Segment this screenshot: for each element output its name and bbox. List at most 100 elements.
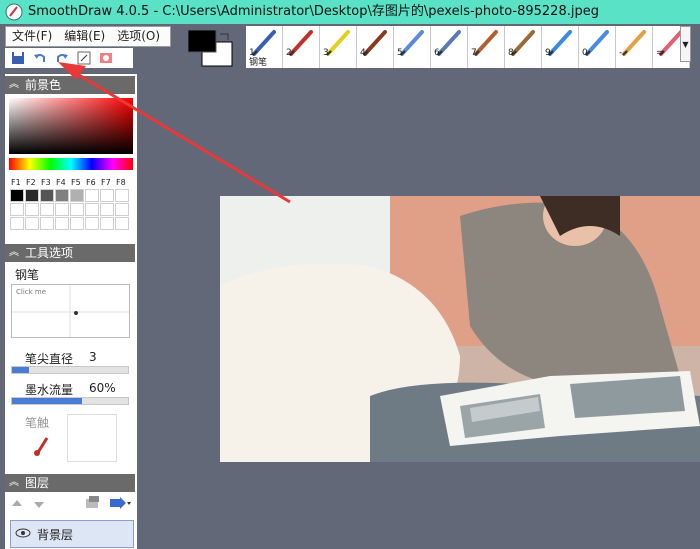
color-swatch[interactable] [55, 217, 69, 230]
color-key-label: F8 [116, 178, 126, 187]
brush-dropdown-button[interactable]: ▼ [680, 26, 691, 62]
menu-bar: 文件(F) 编辑(E) 选项(O) [5, 26, 171, 47]
brush-slot[interactable]: 9 [542, 26, 579, 68]
brush-slot[interactable]: 3 [320, 26, 357, 68]
tool-options-header[interactable]: ︽ 工具选项 [5, 244, 135, 262]
brush-number: 8 [508, 48, 514, 58]
layer-row[interactable]: 背景层 [10, 520, 134, 548]
color-key-label: F2 [26, 178, 36, 187]
brush-slot[interactable]: 6 [431, 26, 468, 68]
brush-slot[interactable]: 4 [357, 26, 394, 68]
eye-icon[interactable] [15, 527, 31, 542]
tip-size-fill [12, 367, 30, 373]
quick-toolbar [5, 48, 133, 68]
layer-menu-icon[interactable] [109, 496, 131, 513]
color-swatch[interactable] [55, 189, 69, 202]
tip-size-label: 笔尖直径 [25, 352, 74, 366]
hue-slider[interactable] [9, 158, 133, 170]
tool-name: 钢笔 [15, 268, 40, 282]
brush-bar: 1 钢笔 2 3 4 5 6 7 8 9 0- = [246, 26, 690, 70]
color-selector[interactable] [187, 29, 234, 68]
color-swatch[interactable] [40, 203, 54, 216]
brush-number: 5 [397, 48, 403, 58]
brush-number: - [619, 48, 623, 58]
collapse-icon: ︽ [9, 247, 19, 258]
color-swatch[interactable] [115, 217, 129, 230]
color-swatch[interactable] [25, 189, 39, 202]
title-bar: SmoothDraw 4.0.5 - C:\Users\Administrato… [0, 0, 700, 24]
color-swatch[interactable] [100, 203, 114, 216]
color-swatch[interactable] [55, 203, 69, 216]
brush-number: 9 [545, 48, 551, 58]
color-swatch[interactable] [115, 189, 129, 202]
brush-preview-area[interactable]: Click me [11, 284, 130, 338]
left-panel: ︽ 前景色 F1 F2 F3 F4 F5 F6 F7 F8 ︽ 工具选项 钢笔 … [5, 74, 137, 549]
brush-number: 7 [471, 48, 477, 58]
layer-settings-icon[interactable] [85, 496, 101, 513]
canvas-image[interactable] [220, 196, 700, 462]
tool-options-title: 工具选项 [25, 246, 74, 260]
brush-number: 4 [360, 48, 366, 58]
color-swatch[interactable] [40, 217, 54, 230]
pick-color-icon[interactable] [75, 49, 93, 67]
undo-icon[interactable] [31, 49, 49, 67]
color-swatch[interactable] [10, 203, 24, 216]
tip-size-value: 3 [89, 350, 97, 364]
ink-flow-value: 60% [89, 381, 116, 395]
layer-down-icon[interactable] [33, 498, 45, 513]
brush-slot[interactable]: 7 [468, 26, 505, 68]
color-swatch[interactable] [85, 203, 99, 216]
pressure-label: 笔触 [25, 416, 50, 430]
layer-up-icon[interactable] [11, 498, 23, 513]
redo-icon[interactable] [53, 49, 71, 67]
brush-pressure-icon[interactable] [33, 434, 51, 459]
collapse-icon: ︽ [9, 79, 19, 90]
color-swatch[interactable] [100, 189, 114, 202]
ink-flow-slider[interactable] [11, 397, 129, 405]
color-swatch[interactable] [100, 217, 114, 230]
color-swatch[interactable] [70, 189, 84, 202]
foreground-color-header[interactable]: ︽ 前景色 [5, 76, 135, 94]
color-key-label: F4 [56, 178, 66, 187]
brush-slot[interactable]: - [616, 26, 653, 68]
brush-icon [622, 30, 646, 56]
brush-number: 3 [323, 48, 329, 58]
brush-slot[interactable]: 2 [283, 26, 320, 68]
color-key-label: F7 [101, 178, 111, 187]
color-swatch[interactable] [85, 189, 99, 202]
brush-slot[interactable]: 1 钢笔 [246, 26, 283, 68]
color-swatch[interactable] [25, 217, 39, 230]
color-key-labels: F1 F2 F3 F4 F5 F6 F7 F8 [11, 178, 135, 187]
brush-number: 0 [582, 48, 588, 58]
color-key-label: F1 [11, 178, 21, 187]
menu-edit[interactable]: 编辑(E) [58, 27, 111, 46]
color-swatch[interactable] [10, 217, 24, 230]
collapse-icon: ︽ [9, 477, 19, 488]
brush-slot[interactable]: 0 [579, 26, 616, 68]
menu-options[interactable]: 选项(O) [111, 27, 166, 46]
layers-header[interactable]: ︽ 图层 [5, 474, 135, 492]
window-title: SmoothDraw 4.0.5 - C:\Users\Administrato… [28, 4, 599, 19]
color-swatch[interactable] [40, 189, 54, 202]
color-swatch[interactable] [25, 203, 39, 216]
ink-flow-fill [12, 398, 82, 404]
brush-number: 2 [286, 48, 292, 58]
tip-size-slider[interactable] [11, 366, 129, 374]
menu-file[interactable]: 文件(F) [6, 27, 58, 46]
color-swatch[interactable] [10, 189, 24, 202]
save-icon[interactable] [9, 49, 27, 67]
brush-label: 钢笔 [249, 58, 268, 68]
app-icon [5, 3, 23, 21]
color-swatch[interactable] [85, 217, 99, 230]
ink-flow-label: 墨水流量 [25, 383, 74, 397]
color-swatch[interactable] [115, 203, 129, 216]
brush-slot[interactable]: 5 [394, 26, 431, 68]
foreground-color-title: 前景色 [25, 78, 62, 92]
color-gradient-picker[interactable] [9, 98, 133, 154]
color-swatch[interactable] [70, 203, 84, 216]
color-key-label: F3 [41, 178, 51, 187]
record-icon[interactable] [97, 49, 115, 67]
brush-slot[interactable]: 8 [505, 26, 542, 68]
color-key-label: F6 [86, 178, 96, 187]
color-swatch[interactable] [70, 217, 84, 230]
